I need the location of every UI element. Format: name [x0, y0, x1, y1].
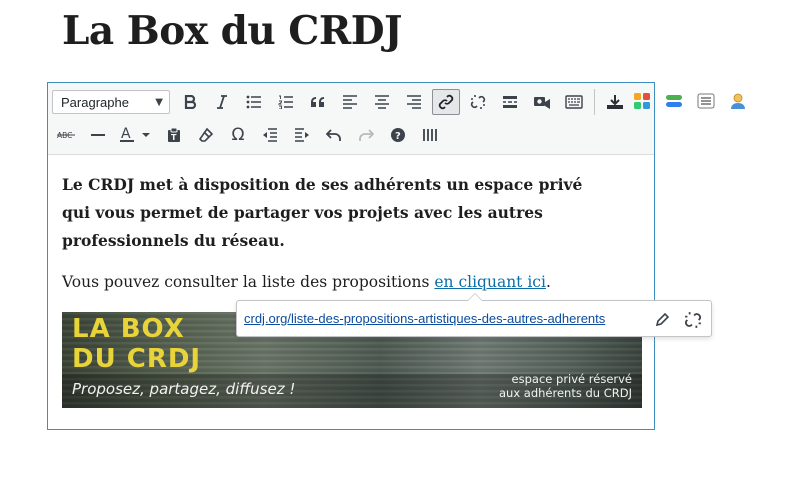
align-center-button[interactable]	[368, 89, 396, 115]
bold-icon	[184, 95, 197, 109]
bullet-list-button[interactable]	[240, 89, 268, 115]
format-select-value: Paragraphe	[61, 94, 129, 110]
outdent-button[interactable]	[256, 122, 284, 148]
eraser-icon	[198, 127, 214, 142]
italic-icon	[217, 95, 227, 109]
propositions-link[interactable]: en cliquant ici	[434, 273, 546, 291]
undo-button[interactable]	[320, 122, 348, 148]
download-icon	[607, 95, 623, 109]
columns-button[interactable]	[416, 122, 444, 148]
remove-link-popup-button[interactable]	[681, 308, 705, 332]
clear-formatting-button[interactable]	[192, 122, 220, 148]
link-preview-popup: crdj.org/liste-des-propositions-artistiq…	[236, 293, 712, 337]
undo-icon	[326, 129, 341, 141]
paste-as-text-button[interactable]: T	[160, 122, 188, 148]
plugin-icons	[628, 88, 756, 114]
insert-link-button[interactable]	[432, 89, 460, 115]
banner-note-line-2: aux adhérents du CRDJ	[498, 386, 632, 400]
edit-link-button[interactable]	[651, 309, 673, 331]
banner-note: espace privé réservé aux adhérents du CR…	[499, 372, 632, 400]
editor-content[interactable]: Le CRDJ met à disposition de ses adhéren…	[62, 171, 642, 295]
align-center-icon	[375, 95, 389, 109]
svg-text:T: T	[171, 133, 177, 142]
banner-title-line-2: DU CRDJ	[72, 344, 202, 374]
toggle-toolbar-button[interactable]	[560, 89, 588, 115]
format-select[interactable]: Paragraphe ▼	[52, 90, 170, 114]
link-paragraph-text: Vous pouvez consulter la liste des propo…	[62, 273, 435, 291]
plugin-import-button[interactable]	[601, 89, 629, 115]
toolbar-row-1: Paragraphe ▼	[52, 86, 633, 118]
banner-tagline: Proposez, partagez, diffusez !	[72, 380, 296, 398]
svg-text:A: A	[121, 126, 131, 142]
banner-title: LA BOX DU CRDJ	[72, 314, 201, 374]
text-color-icon: A	[120, 126, 150, 142]
plugin-colors-button[interactable]	[628, 88, 656, 114]
keyboard-shortcuts-button[interactable]: ?	[384, 122, 412, 148]
quote-icon	[311, 97, 324, 107]
link-paragraph-end: .	[545, 273, 551, 291]
strikethrough-button[interactable]: ABC	[52, 122, 80, 148]
banner-title-line-1: LA BOX	[72, 314, 185, 344]
link-paragraph: Vous pouvez consulter la liste des propo…	[62, 269, 642, 295]
intro-paragraph: Le CRDJ met à disposition de ses adhéren…	[62, 171, 642, 255]
bold-button[interactable]	[176, 89, 204, 115]
plugin-box-button[interactable]	[692, 88, 720, 114]
link-preview-url[interactable]: crdj.org/liste-des-propositions-artistiq…	[244, 311, 605, 326]
align-left-button[interactable]	[336, 89, 364, 115]
align-right-button[interactable]	[400, 89, 428, 115]
columns-icon	[423, 129, 437, 141]
page-title: La Box du CRDJ	[62, 8, 403, 54]
editor-toolbar: Paragraphe ▼ ABC A T Ω ?	[48, 83, 654, 155]
outdent-icon	[263, 128, 277, 142]
blockquote-button[interactable]	[304, 89, 332, 115]
remove-link-button[interactable]	[464, 89, 492, 115]
plugin-buttons-button[interactable]	[660, 88, 688, 114]
plugin-user-button[interactable]	[724, 88, 752, 114]
strikethrough-icon: ABC	[57, 131, 75, 140]
svg-text:?: ?	[395, 131, 401, 142]
unlink-icon	[685, 312, 701, 328]
toolbar-separator	[594, 89, 595, 115]
chevron-down-icon: ▼	[155, 96, 163, 108]
omega-icon: Ω	[231, 125, 245, 145]
redo-icon	[359, 129, 374, 141]
help-icon: ?	[391, 128, 405, 142]
redo-button[interactable]	[352, 122, 380, 148]
stacked-buttons-icon	[666, 95, 682, 107]
intro-line-1: Le CRDJ met à disposition de ses adhéren…	[62, 175, 583, 194]
read-more-icon	[503, 96, 517, 108]
insert-media-button[interactable]	[528, 89, 556, 115]
indent-icon	[295, 128, 309, 142]
indent-button[interactable]	[288, 122, 316, 148]
align-left-icon	[343, 95, 357, 109]
text-box-icon	[697, 93, 715, 109]
banner-note-line-1: espace privé réservé	[511, 372, 632, 386]
color-grid-icon	[634, 93, 650, 109]
numbered-list-icon	[278, 95, 293, 109]
keyboard-icon	[565, 95, 583, 109]
horizontal-line-icon	[91, 134, 105, 136]
horizontal-line-button[interactable]	[84, 122, 112, 148]
special-character-button[interactable]: Ω	[224, 122, 252, 148]
link-icon	[438, 94, 454, 110]
numbered-list-button[interactable]	[272, 89, 300, 115]
toolbar-row-2: ABC A T Ω ?	[52, 119, 448, 151]
text-color-button[interactable]: A	[116, 122, 156, 148]
clipboard-icon: T	[168, 127, 180, 142]
read-more-button[interactable]	[496, 89, 524, 115]
italic-button[interactable]	[208, 89, 236, 115]
media-icon	[534, 97, 550, 109]
unlink-icon	[470, 95, 486, 109]
pencil-icon	[655, 313, 669, 327]
align-right-icon	[407, 95, 421, 109]
intro-line-2: qui vous permet de partager vos projets …	[62, 203, 543, 250]
bullet-list-icon	[246, 95, 261, 109]
user-icon	[731, 93, 745, 109]
